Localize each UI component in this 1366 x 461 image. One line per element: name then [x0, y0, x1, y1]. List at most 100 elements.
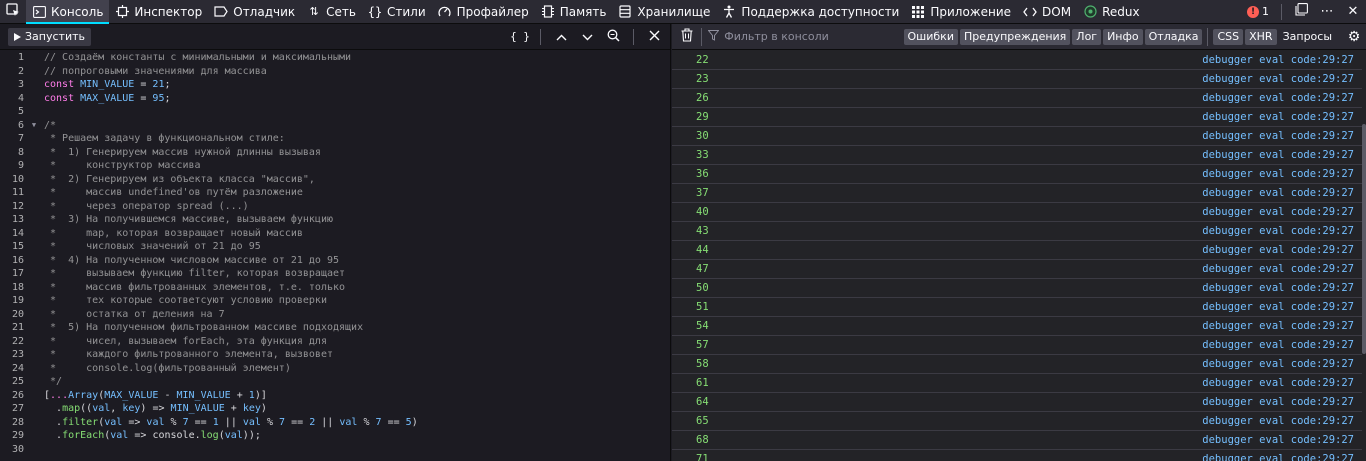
code-line: 25 */ — [0, 375, 670, 389]
history-next-button[interactable] — [575, 26, 599, 48]
console-scrollbar[interactable] — [1362, 124, 1366, 354]
message-value: 58 — [696, 358, 709, 370]
dock-options-button[interactable] — [1288, 0, 1314, 24]
filter-debug-button[interactable]: Отладка — [1144, 28, 1203, 45]
line-number: 27 — [11, 403, 24, 414]
message-value: 54 — [696, 320, 709, 332]
message-source-link[interactable]: debugger eval code:29:27 — [1202, 187, 1354, 199]
filter-xhr-button[interactable]: XHR — [1245, 28, 1277, 45]
filter-errors-button[interactable]: Ошибки — [903, 28, 958, 45]
code-line: 8 * 1) Генерируем массив нужной длинны в… — [0, 146, 670, 160]
message-source-link[interactable]: debugger eval code:29:27 — [1202, 339, 1354, 351]
filter-info-button[interactable]: Инфо — [1103, 28, 1143, 45]
message-source-link[interactable]: debugger eval code:29:27 — [1202, 244, 1354, 256]
line-number: 16 — [11, 254, 24, 266]
tab-redux[interactable]: Redux — [1077, 0, 1146, 24]
code-text: // попроговыми значениями для массива — [44, 65, 267, 77]
message-source-link[interactable]: debugger eval code:29:27 — [1202, 73, 1354, 85]
message-source-link[interactable]: debugger eval code:29:27 — [1202, 92, 1354, 104]
tab-label: Поддержка доступности — [741, 4, 900, 19]
line-number: 5 — [17, 106, 24, 117]
editor-toolbar: Запустить { } — [0, 24, 670, 50]
message-source-link[interactable]: debugger eval code:29:27 — [1202, 358, 1354, 370]
code-text: * числовых значений от 21 до 95 — [44, 241, 261, 252]
message-source-link[interactable]: debugger eval code:29:27 — [1202, 434, 1354, 446]
tab-profiler[interactable]: Профайлер — [432, 0, 535, 24]
code-line: 30 — [0, 443, 670, 457]
trash-icon — [681, 28, 693, 45]
tab-memory[interactable]: Память — [535, 0, 613, 24]
message-source-link[interactable]: debugger eval code:29:27 — [1202, 396, 1354, 408]
tab-storage[interactable]: Хранилище — [612, 0, 716, 24]
message-source-link[interactable]: debugger eval code:29:27 — [1202, 225, 1354, 237]
console-message: 51 debugger eval code:29:27 — [672, 298, 1362, 317]
tab-application[interactable]: Приложение — [905, 0, 1017, 24]
network-icon: ⇅ — [309, 5, 319, 18]
code-line: 19 * тех которые соответсуют условию про… — [0, 294, 670, 308]
filter-log-button[interactable]: Лог — [1072, 28, 1102, 45]
tab-accessibility[interactable]: Поддержка доступности — [716, 0, 905, 24]
console-filter-input[interactable]: Фильтр в консоли — [707, 27, 903, 47]
message-source-link[interactable]: debugger eval code:29:27 — [1202, 377, 1354, 389]
reverse-search-button[interactable] — [601, 26, 625, 48]
message-value: 30 — [696, 130, 709, 142]
tab-inspector[interactable]: Инспектор — [109, 0, 208, 24]
close-editor-button[interactable] — [642, 26, 666, 48]
gutter-spacer — [24, 362, 44, 376]
console-message: 29 debugger eval code:29:27 — [672, 108, 1362, 127]
chevron-up-icon — [556, 30, 567, 44]
console-message: 40 debugger eval code:29:27 — [672, 203, 1362, 222]
message-source-link[interactable]: debugger eval code:29:27 — [1202, 301, 1354, 313]
history-previous-button[interactable] — [549, 26, 573, 48]
message-source-link[interactable]: debugger eval code:29:27 — [1202, 149, 1354, 161]
close-devtools-button[interactable]: ✕ — [1340, 0, 1366, 24]
message-source-link[interactable]: debugger eval code:29:27 — [1202, 206, 1354, 218]
console-message: 43 debugger eval code:29:27 — [672, 222, 1362, 241]
filter-requests-button[interactable]: Запросы — [1279, 29, 1336, 45]
tab-network[interactable]: ⇅ Сеть — [301, 0, 362, 24]
style-editor-icon: {} — [367, 4, 383, 19]
message-source-link[interactable]: debugger eval code:29:27 — [1202, 415, 1354, 427]
message-source-link[interactable]: debugger eval code:29:27 — [1202, 320, 1354, 332]
tab-dom[interactable]: DOM — [1017, 0, 1077, 24]
message-source-link[interactable]: debugger eval code:29:27 — [1202, 282, 1354, 294]
filter-divider — [701, 27, 703, 46]
close-icon — [649, 30, 660, 44]
message-source-link[interactable]: debugger eval code:29:27 — [1202, 130, 1354, 142]
message-source-link[interactable]: debugger eval code:29:27 — [1202, 111, 1354, 123]
message-source-link[interactable]: debugger eval code:29:27 — [1202, 453, 1354, 461]
console-editor: Запустить { } 1 // Создаём константы с ми… — [0, 24, 671, 461]
tab-label: Сеть — [326, 4, 356, 19]
tab-label: Стили — [386, 4, 426, 19]
line-number: 18 — [11, 281, 24, 293]
filter-warnings-button[interactable]: Предупреждения — [959, 28, 1071, 45]
tab-console[interactable]: Консоль — [26, 0, 110, 24]
pretty-print-button[interactable]: { } — [508, 26, 532, 48]
run-button[interactable]: Запустить — [8, 27, 91, 46]
clear-console-button[interactable] — [678, 27, 695, 47]
message-source-link[interactable]: debugger eval code:29:27 — [1202, 263, 1354, 275]
tab-style-editor[interactable]: {} Стили — [362, 0, 432, 24]
element-picker-button[interactable] — [0, 0, 26, 24]
code-editor[interactable]: 1 // Создаём константы с минимальными и м… — [0, 51, 670, 461]
more-options-button[interactable]: ⋯ — [1314, 0, 1340, 24]
tab-label: Консоль — [51, 4, 104, 19]
code-text: * 5) На полученном фильтрованном массиве… — [44, 322, 364, 333]
message-value: 50 — [696, 282, 709, 294]
message-value: 23 — [696, 73, 709, 85]
error-count-button[interactable]: ! 1 — [1241, 5, 1275, 18]
message-value: 36 — [696, 168, 709, 180]
message-source-link[interactable]: debugger eval code:29:27 — [1202, 168, 1354, 180]
tab-debugger[interactable]: Отладчик — [208, 0, 301, 24]
fold-toggle-icon[interactable]: ▼ — [24, 119, 44, 133]
code-line: 6 ▼/* — [0, 119, 670, 133]
line-number: 24 — [11, 362, 24, 374]
line-number: 1 — [17, 52, 24, 63]
code-text: * map, которая возвращает новый массив — [44, 227, 303, 239]
filter-css-button[interactable]: CSS — [1213, 28, 1244, 45]
message-value: 64 — [696, 396, 709, 408]
message-value: 33 — [696, 149, 709, 161]
console-settings-button[interactable]: ⚙ — [1342, 25, 1366, 49]
message-source-link[interactable]: debugger eval code:29:27 — [1202, 54, 1354, 66]
code-text: * console.log(фильтрованный элемент) — [44, 362, 291, 374]
